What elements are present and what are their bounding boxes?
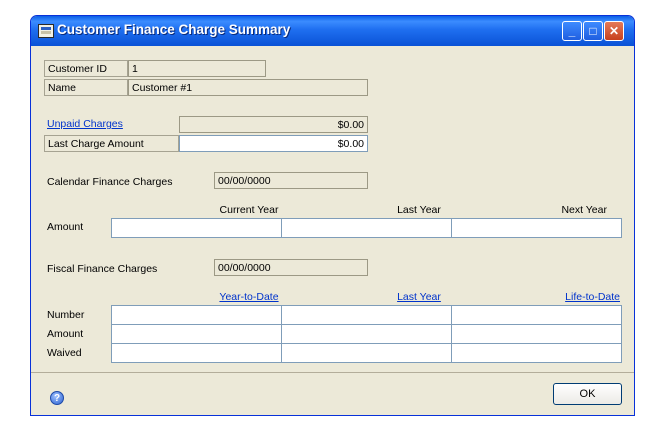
calendar-header-last-year: Last Year	[397, 204, 441, 216]
fiscal-number-label: Number	[47, 309, 85, 321]
fiscal-amount-year-to-date[interactable]	[111, 324, 282, 344]
fiscal-header-life-to-date[interactable]: Life-to-Date	[507, 290, 620, 304]
unpaid-charges-value: $0.00	[179, 116, 368, 133]
maximize-button[interactable]: □	[583, 21, 603, 41]
customer-name-label: Name	[44, 79, 128, 96]
fiscal-waived-label: Waived	[47, 347, 82, 359]
fiscal-number-year-to-date[interactable]	[111, 305, 282, 325]
calendar-amount-next-year[interactable]	[451, 218, 622, 238]
title-bar[interactable]: Customer Finance Charge Summary _ □ ✕	[31, 16, 634, 46]
fiscal-number-last-year[interactable]	[281, 305, 452, 325]
dialog-window: Customer Finance Charge Summary _ □ ✕ Cu…	[30, 15, 635, 416]
close-button[interactable]: ✕	[604, 21, 624, 41]
calendar-finance-charges-label: Calendar Finance Charges	[47, 176, 173, 188]
help-icon[interactable]: ?	[50, 391, 64, 405]
customer-id-value: 1	[128, 60, 266, 77]
fiscal-number-life-to-date[interactable]	[451, 305, 622, 325]
calendar-header-current-year: Current Year	[219, 204, 279, 216]
fiscal-amount-life-to-date[interactable]	[451, 324, 622, 344]
fiscal-amount-last-year[interactable]	[281, 324, 452, 344]
calendar-header-next-year: Next Year	[561, 204, 607, 216]
calendar-amount-last-year[interactable]	[281, 218, 452, 238]
customer-name-value: Customer #1	[128, 79, 368, 96]
fiscal-waived-life-to-date[interactable]	[451, 343, 622, 363]
dialog-footer: ? OK	[31, 372, 634, 415]
calendar-amount-current-year[interactable]	[111, 218, 282, 238]
last-charge-value[interactable]: $0.00	[179, 135, 368, 152]
fiscal-header-year-to-date[interactable]: Year-to-Date	[164, 290, 334, 304]
last-charge-label: Last Charge Amount	[44, 135, 179, 152]
fiscal-waived-year-to-date[interactable]	[111, 343, 282, 363]
dialog-body: Customer ID 1 Name Customer #1 Unpaid Ch…	[31, 46, 634, 371]
fiscal-header-last-year[interactable]: Last Year	[334, 290, 504, 304]
fiscal-waived-last-year[interactable]	[281, 343, 452, 363]
window-app-icon[interactable]	[38, 24, 54, 38]
unpaid-charges-link[interactable]: Unpaid Charges	[47, 116, 123, 133]
fiscal-date-value: 00/00/0000	[214, 259, 368, 276]
ok-button[interactable]: OK	[553, 383, 622, 405]
minimize-button[interactable]: _	[562, 21, 582, 41]
fiscal-amount-label: Amount	[47, 328, 84, 340]
window-title: Customer Finance Charge Summary	[57, 22, 291, 37]
customer-id-label: Customer ID	[44, 60, 128, 77]
calendar-date-value: 00/00/0000	[214, 172, 368, 189]
calendar-amount-label: Amount	[47, 221, 84, 233]
fiscal-finance-charges-label: Fiscal Finance Charges	[47, 263, 158, 275]
